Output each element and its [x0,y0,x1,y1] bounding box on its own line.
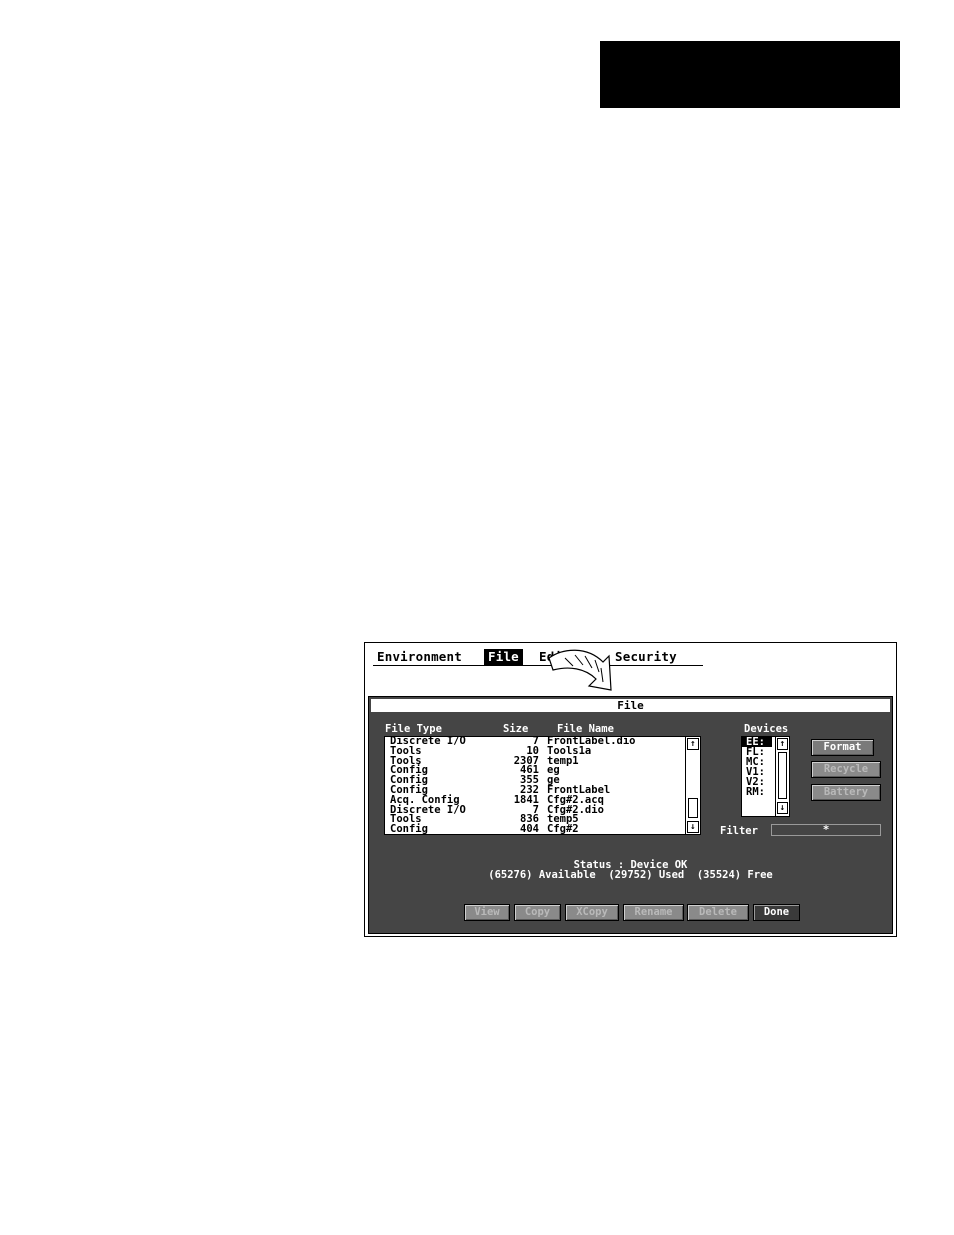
screenshot-frame: Environment File Editors Security File F… [364,642,897,937]
header-file-type: File Type [385,723,442,735]
file-row[interactable]: Discrete I/O 7 FrontLabel.dio [385,737,700,747]
file-row[interactable]: Tools 2307 temp1 [385,755,700,767]
file-row[interactable]: Config 404 Cfg#2 [385,824,700,834]
menu-file[interactable]: File [484,649,523,665]
header-size: Size [503,723,529,735]
rename-button[interactable]: Rename [623,904,684,921]
file-row[interactable]: Tools 10 Tools1a [385,746,700,757]
menu-editors[interactable]: Editors [539,649,593,665]
filter-input[interactable]: * [771,824,881,836]
file-row[interactable]: Config 355 ge [385,775,700,786]
xcopy-button[interactable]: XCopy [565,904,619,921]
chapter-header-block [600,41,900,108]
file-row[interactable]: Discrete I/O 7 Cfg#2.dio [385,804,700,816]
menu-security[interactable]: Security [615,649,677,665]
filter-label: Filter [720,825,758,837]
header-devices: Devices [744,723,789,735]
format-button[interactable]: Format [811,739,874,756]
file-dialog: File File Type Size File Name Devices Di… [368,696,893,934]
battery-button[interactable]: Battery [811,784,881,801]
storage-summary: (65276) Available (29752) Used (35524) F… [488,869,773,881]
file-list-scrollbar[interactable]: ↑ ↓ [685,737,700,834]
device-list-scrollbar[interactable]: ↑ ↓ [775,737,789,816]
copy-button[interactable]: Copy [514,904,561,921]
dialog-title: File [371,699,890,712]
delete-button[interactable]: Delete [687,904,749,921]
file-list[interactable]: Discrete I/O 7 FrontLabel.dio Tools 10 Tools… [384,736,701,835]
done-button[interactable]: Done [753,904,800,921]
scroll-thumb[interactable] [778,752,787,799]
scroll-up-icon[interactable]: ↑ [687,738,699,750]
scroll-up-icon[interactable]: ↑ [777,738,788,750]
view-button[interactable]: View [464,904,510,921]
file-row[interactable]: Config 461 eg [385,765,700,776]
device-list[interactable]: EE: FL: MC: V1: V2: RM: ↑ ↓ [741,736,790,817]
menu-environment[interactable]: Environment [377,649,462,665]
header-file-name: File Name [557,723,614,735]
scroll-down-icon[interactable]: ↓ [777,802,788,814]
scroll-thumb[interactable] [688,798,698,818]
menu-bar: Environment File Editors Security [373,649,703,666]
file-row[interactable]: Tools 836 temp5 [385,814,700,825]
scroll-down-icon[interactable]: ↓ [687,821,699,833]
recycle-button[interactable]: Recycle [811,761,881,778]
